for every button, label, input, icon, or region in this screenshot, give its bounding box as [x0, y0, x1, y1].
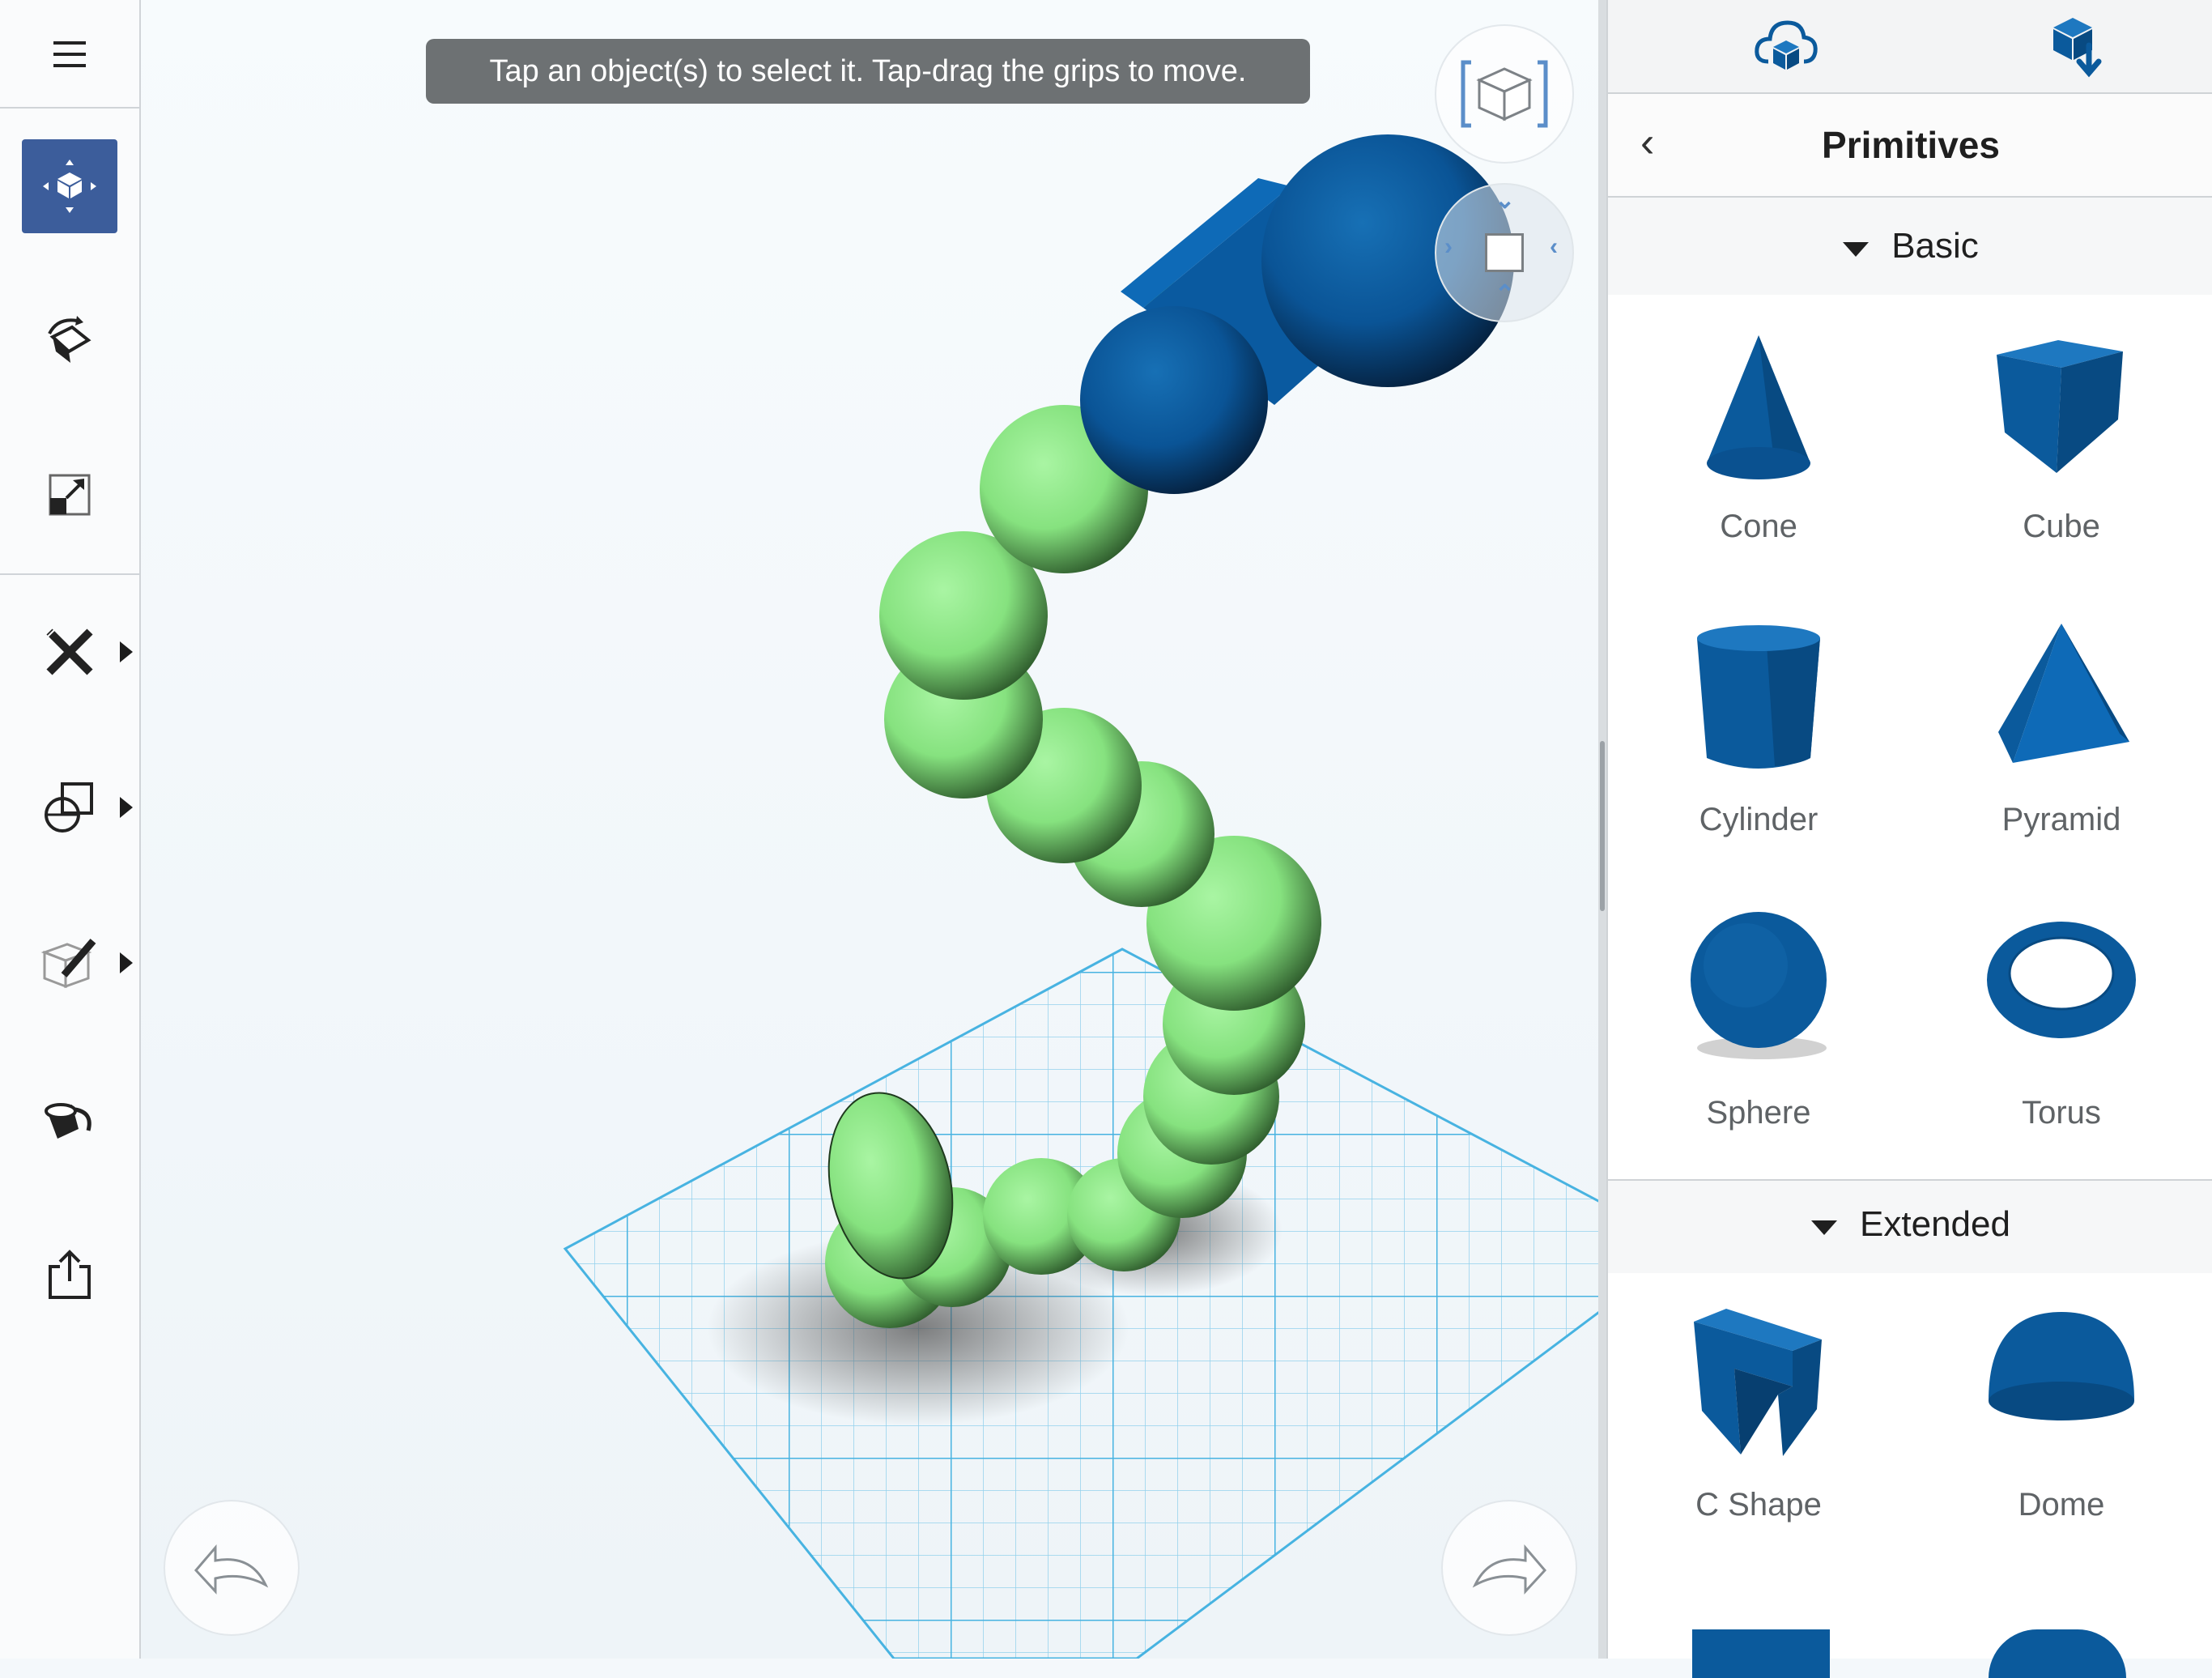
- pyramid-icon: [1998, 624, 2129, 763]
- 3d-viewport[interactable]: Tap an object(s) to select it. Tap-drag …: [141, 0, 1598, 1659]
- move-cube-icon: [43, 160, 96, 213]
- box-download-icon[interactable]: [2045, 13, 2118, 81]
- redo-button[interactable]: [1441, 1500, 1577, 1636]
- orbit-down-icon[interactable]: ⌃: [1495, 280, 1515, 309]
- flyout-arrow-icon: [120, 641, 133, 662]
- panel-title: Primitives: [1822, 124, 2000, 166]
- primitives-panel: ‹ Primitives Basic Cone Cube Cylinder Py…: [1606, 0, 2212, 1678]
- c-shape-icon: [1694, 1309, 1822, 1456]
- primitive-torus[interactable]: Torus: [1911, 881, 2212, 1174]
- scale-tool-button[interactable]: [0, 450, 139, 539]
- panel-header: ‹ Primitives: [1608, 94, 2212, 198]
- scroll-thumb[interactable]: [1600, 741, 1605, 911]
- primitive-cone[interactable]: Cone: [1608, 295, 1909, 588]
- move-tool-button[interactable]: [0, 138, 139, 235]
- shapes-icon: [45, 782, 93, 833]
- cylinder-icon: [1697, 625, 1820, 769]
- panel-resize-bar[interactable]: [1598, 0, 1606, 1659]
- primitive-sphere[interactable]: Sphere: [1608, 881, 1909, 1174]
- rotate-tool-button[interactable]: [0, 296, 139, 385]
- combine-tool-button[interactable]: [0, 763, 139, 852]
- orbit-center-icon[interactable]: [1485, 233, 1524, 272]
- primitive-label: Cone: [1720, 509, 1797, 544]
- flyout-arrow-icon: [120, 797, 133, 818]
- paint-bucket-icon: [45, 1103, 91, 1139]
- primitive-partial-round[interactable]: [1989, 1629, 2126, 1678]
- section-header-extended[interactable]: Extended: [1608, 1176, 2212, 1273]
- undo-icon: [194, 1544, 269, 1595]
- extended-primitives-grid: C Shape Dome: [1608, 1273, 2212, 1678]
- primitive-partial-box[interactable]: [1692, 1629, 1830, 1678]
- section-header-basic[interactable]: Basic: [1608, 198, 2212, 295]
- primitive-label: C Shape: [1695, 1487, 1822, 1523]
- undo-button[interactable]: [164, 1500, 300, 1636]
- scene-canvas[interactable]: [141, 0, 1598, 1659]
- menu-button[interactable]: [0, 16, 139, 92]
- left-toolbar: [0, 0, 141, 1659]
- cone-icon: [1707, 335, 1810, 479]
- flyout-arrow-icon: [120, 952, 133, 973]
- hint-banner: Tap an object(s) to select it. Tap-drag …: [426, 39, 1310, 104]
- panel-top-bar: [1608, 0, 2212, 94]
- box-pencil-icon: [40, 939, 96, 989]
- orbit-right-icon[interactable]: ‹: [1550, 233, 1558, 261]
- cube-icon: [1997, 340, 2123, 473]
- paint-tool-button[interactable]: [0, 1077, 139, 1166]
- hamburger-icon: [53, 41, 86, 67]
- export-tool-button[interactable]: [0, 1229, 139, 1318]
- view-cube-icon: [1461, 60, 1548, 128]
- basic-primitives-grid: Cone Cube Cylinder Pyramid Sphere Torus: [1608, 295, 2212, 1179]
- redo-icon: [1472, 1544, 1547, 1595]
- view-cube-button[interactable]: [1435, 24, 1574, 164]
- modify-tool-button[interactable]: [0, 607, 139, 696]
- collapse-triangle-icon: [1843, 242, 1870, 257]
- primitive-cylinder[interactable]: Cylinder: [1608, 588, 1909, 881]
- torus-icon: [1987, 922, 2136, 1038]
- rotate-icon: [48, 316, 91, 363]
- primitive-label: Sphere: [1706, 1095, 1811, 1131]
- scale-icon: [49, 474, 91, 516]
- orbit-control[interactable]: ⌄ › ‹ ⌃: [1435, 183, 1574, 322]
- edit-tool-button[interactable]: [0, 918, 139, 1007]
- primitive-label: Pyramid: [2001, 802, 2121, 837]
- sphere-icon: [1691, 912, 1827, 1059]
- orbit-up-icon[interactable]: ⌄: [1495, 186, 1515, 215]
- dome-icon: [1989, 1312, 2134, 1420]
- section-label: Basic: [1891, 226, 1979, 266]
- primitive-pyramid[interactable]: Pyramid: [1911, 588, 2212, 881]
- primitive-label: Cylinder: [1699, 802, 1819, 837]
- share-icon: [49, 1250, 91, 1299]
- primitive-cube[interactable]: Cube: [1911, 295, 2212, 588]
- primitive-c-shape[interactable]: C Shape: [1608, 1273, 1909, 1566]
- section-label: Extended: [1860, 1204, 2010, 1244]
- cloud-box-icon[interactable]: [1754, 16, 1819, 75]
- blue-dumbbell[interactable]: [1080, 134, 1514, 494]
- primitive-label: Torus: [2022, 1095, 2101, 1131]
- pencil-ruler-icon: [46, 628, 93, 675]
- primitive-label: Cube: [2023, 509, 2100, 544]
- orbit-left-icon[interactable]: ›: [1444, 233, 1453, 261]
- primitive-label: Dome: [2018, 1487, 2105, 1523]
- primitive-dome[interactable]: Dome: [1911, 1273, 2212, 1566]
- collapse-triangle-icon: [1811, 1220, 1838, 1235]
